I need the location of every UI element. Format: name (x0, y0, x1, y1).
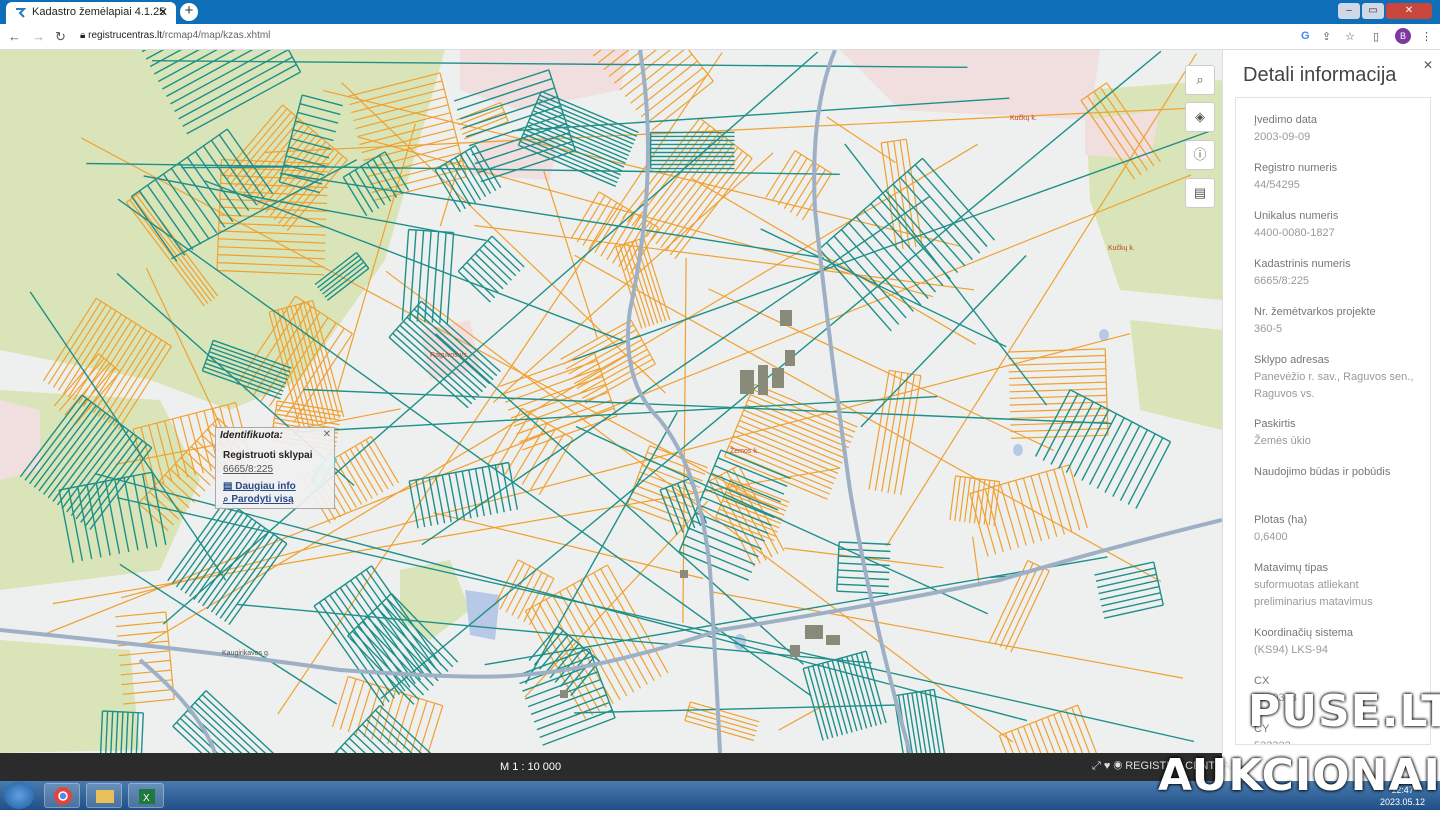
address-bar[interactable]: 🔒︎ registrucentras.lt/rcmap4/map/kzas.xh… (80, 30, 270, 41)
watermark-puse: PUSE.LT (1248, 686, 1440, 737)
map-teal-parcel-lines (20, 50, 1211, 753)
excel-taskbar-button[interactable]: X (128, 783, 164, 808)
map-info-button[interactable]: ⓘ (1185, 140, 1215, 170)
chrome-taskbar-button[interactable] (44, 783, 80, 808)
document-icon: ▤ (223, 481, 235, 492)
map-scale: M 1 : 10 000 (500, 761, 561, 773)
url-path: /rcmap4/map/kzas.xhtml (162, 30, 270, 41)
browser-tab[interactable]: Kadastro žemėlapiai 4.1.25 ✕ (6, 2, 176, 24)
info-icon: ⓘ (1193, 147, 1206, 162)
minimize-button[interactable]: – (1338, 3, 1360, 19)
map-document-button[interactable]: ▤ (1185, 178, 1215, 208)
map-search-button[interactable]: ⌕ (1185, 65, 1215, 95)
folder-icon (87, 784, 123, 809)
map-status-bar: M 1 : 10 000 ⤢ ♥ ◉ REGISTRŲ CENTRAS (0, 753, 1222, 781)
watermark-aukcionai: AUKCIONAI (1158, 750, 1440, 801)
place-label-zemos: Žemos k. (730, 446, 759, 455)
popup-header: Identifikuota: (220, 430, 283, 441)
forward-arrow-icon[interactable]: → (32, 29, 45, 44)
field-measurement-type: Matavimų tipassuformuotas atliekant prel… (1254, 560, 1414, 611)
windows-start-button[interactable] (4, 782, 34, 809)
browser-tab-bar: Kadastro žemėlapiai 4.1.25 ✕ + – ▭ ✕ (0, 0, 1440, 24)
layers-icon: ◈ (1195, 109, 1205, 124)
field-usage-type: Naudojimo būdas ir pobūdis (1254, 464, 1414, 481)
map-base-areas (0, 50, 1222, 753)
fullscreen-icon[interactable]: ⤢ (1092, 760, 1101, 772)
detail-panel: Detali informacija ✕ Įvedimo data2003-09… (1222, 50, 1440, 753)
field-entry-date: Įvedimo data2003-09-09 (1254, 112, 1414, 146)
excel-icon: X (129, 784, 165, 809)
popup-parcel-id[interactable]: 6665/8:225 (223, 464, 273, 475)
explorer-taskbar-button[interactable] (86, 783, 122, 808)
cadastral-map[interactable]: Kučkų k. Kučkų k. Raguvos vs. Žemos k. K… (0, 50, 1222, 753)
google-translate-icon[interactable]: G (1301, 30, 1310, 42)
tab-title: Kadastro žemėlapiai 4.1.25 (32, 6, 165, 18)
profile-avatar[interactable]: B (1395, 28, 1411, 44)
panel-title: Detali informacija (1243, 64, 1396, 87)
document-icon: ▤ (1194, 185, 1206, 200)
more-info-link[interactable]: ▤ Daugiau info (223, 481, 296, 492)
back-arrow-icon[interactable]: ← (8, 29, 21, 44)
share-icon[interactable]: ⇪ (1322, 30, 1331, 43)
lock-icon: 🔒︎ (80, 30, 85, 41)
popup-close-icon[interactable]: ✕ (323, 429, 331, 440)
detail-list[interactable]: Įvedimo data2003-09-09 Registro numeris4… (1235, 97, 1431, 745)
map-layers-button[interactable]: ◈ (1185, 102, 1215, 132)
place-label-kuckai-2: Kučkų k. (1108, 245, 1135, 252)
new-tab-button[interactable]: + (180, 3, 198, 21)
field-area: Plotas (ha)0,6400 (1254, 512, 1414, 546)
logo-icon: ◉ (1113, 760, 1122, 772)
place-label-raguvos: Raguvos vs. (430, 352, 469, 359)
field-purpose: PaskirtisŽemės ūkio (1254, 416, 1414, 450)
close-window-button[interactable]: ✕ (1386, 3, 1432, 19)
feedback-icon[interactable]: ♥ (1104, 760, 1111, 772)
field-cadastral-number: Kadastrinis numeris6665/8:225 (1254, 256, 1414, 290)
svg-text:X: X (143, 793, 150, 804)
street-label-kaugirikavos: Kaugirikavos g. (222, 650, 270, 657)
bookmark-star-icon[interactable]: ☆ (1345, 30, 1355, 43)
reload-icon[interactable]: ↻ (55, 29, 66, 45)
field-address: Sklypo adresasPanevėžio r. sav., Raguvos… (1254, 352, 1414, 403)
field-registry-number: Registro numeris44/54295 (1254, 160, 1414, 194)
tab-close-icon[interactable]: ✕ (158, 5, 168, 19)
identify-popup: Identifikuota: ✕ Registruoti sklypai 666… (215, 427, 335, 509)
popup-layer-name: Registruoti sklypai (223, 450, 312, 461)
map-canvas[interactable]: Kučkų k. Kučkų k. Raguvos vs. Žemos k. K… (0, 50, 1222, 753)
panel-close-icon[interactable]: ✕ (1423, 58, 1433, 72)
field-coordinate-system: Koordinačių sistema(KS94) LKS-94 (1254, 625, 1414, 659)
registrucentras-favicon-icon (14, 7, 26, 19)
browser-toolbar: ← → ↻ 🔒︎ registrucentras.lt/rcmap4/map/k… (0, 24, 1440, 50)
maximize-button[interactable]: ▭ (1362, 3, 1384, 19)
side-panel-icon[interactable]: ▯ (1373, 30, 1379, 43)
place-label-kuckai-1: Kučkų k. (1010, 115, 1037, 122)
chrome-icon (45, 784, 81, 809)
browser-menu-icon[interactable]: ⋮ (1421, 30, 1432, 43)
search-icon: ⌕ (1196, 72, 1203, 87)
url-host: registrucentras.lt (88, 30, 162, 41)
field-project-number: Nr. žemėtvarkos projekte360-5 (1254, 304, 1414, 338)
field-unique-number: Unikalus numeris4400-0080-1827 (1254, 208, 1414, 242)
show-all-link[interactable]: ⌕ Parodyti visą (223, 494, 294, 505)
